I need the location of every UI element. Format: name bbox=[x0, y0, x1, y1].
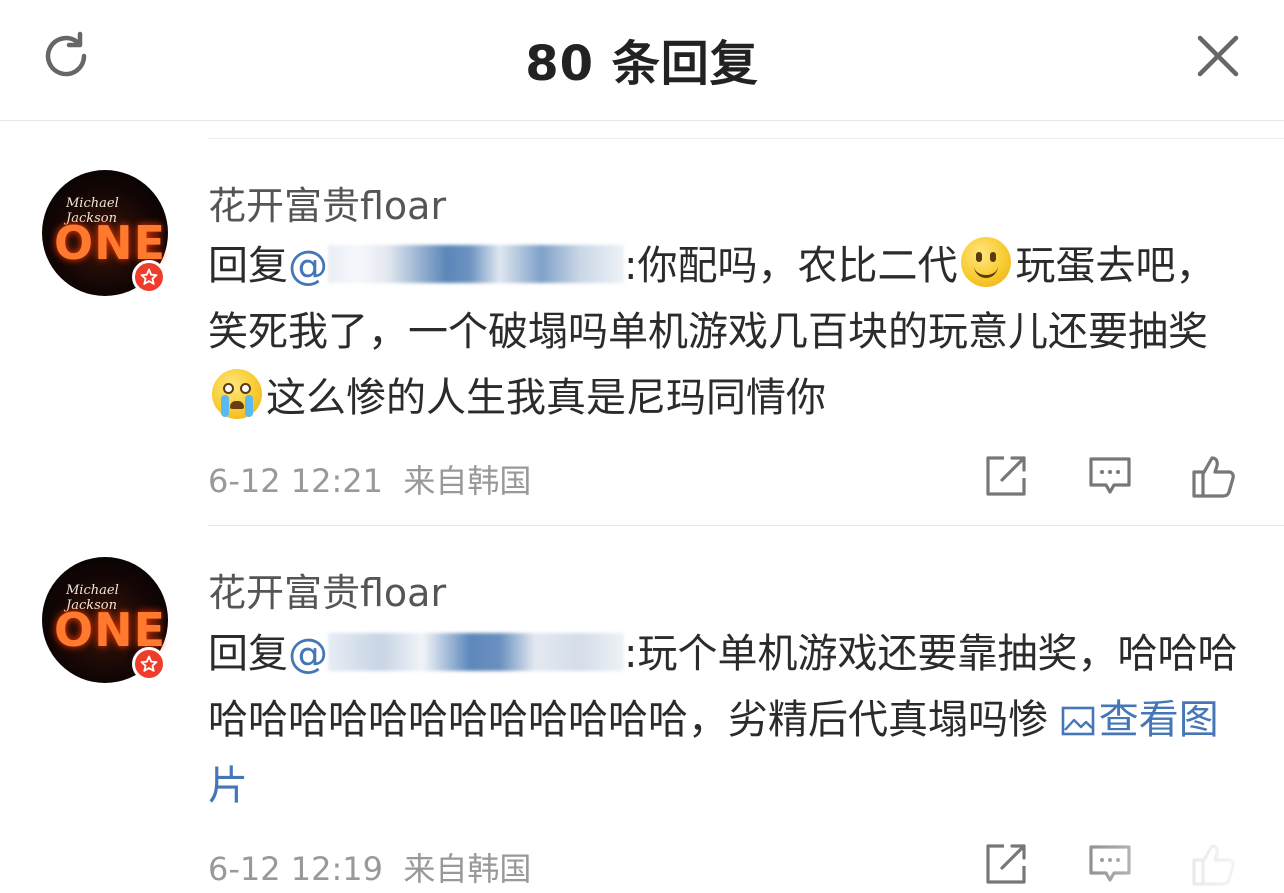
timestamp: 6-12 12:19 bbox=[208, 850, 384, 888]
redacted-username bbox=[328, 633, 624, 671]
comment-meta: 6-12 12:19 来自韩国 bbox=[208, 844, 531, 890]
reply-prefix: 回复 bbox=[208, 631, 288, 677]
header-bar: 80 条回复 bbox=[0, 0, 1284, 121]
comment-text-segment: 这么惨的人生我真是尼玛同情你 bbox=[266, 375, 826, 421]
comment-text: 回复@:玩个单机游戏还要靠抽奖，哈哈哈哈哈哈哈哈哈哈哈哈哈哈哈，劣精后代真塌吗惨… bbox=[208, 621, 1248, 819]
redacted-username bbox=[328, 245, 624, 283]
bottom-fade-overlay bbox=[1060, 830, 1284, 893]
smile-emoji-icon bbox=[961, 237, 1012, 287]
star-badge-icon bbox=[132, 260, 166, 294]
divider bbox=[208, 525, 1284, 526]
comment-text-segment: :你配吗，农比二代 bbox=[624, 243, 958, 289]
comment-author[interactable]: 花开富贵floar bbox=[208, 175, 446, 230]
source: 来自韩国 bbox=[403, 850, 532, 888]
comment-author[interactable]: 花开富贵floar bbox=[208, 562, 446, 617]
mention-link[interactable]: @ bbox=[288, 243, 624, 289]
picture-icon bbox=[1061, 706, 1095, 736]
repost-icon[interactable] bbox=[982, 452, 1030, 500]
cry-emoji-icon bbox=[212, 369, 262, 419]
close-icon[interactable] bbox=[1196, 34, 1240, 78]
mention-link[interactable]: @ bbox=[288, 631, 624, 677]
reply-prefix: 回复 bbox=[208, 243, 288, 289]
star-badge-icon bbox=[132, 647, 166, 681]
divider bbox=[208, 138, 1284, 139]
avatar[interactable]: Michael Jackson ONE bbox=[42, 170, 168, 296]
comment-meta: 6-12 12:21 来自韩国 bbox=[208, 456, 531, 502]
page-title: 80 条回复 bbox=[525, 36, 759, 92]
comment-text: 回复@:你配吗，农比二代 玩蛋去吧，笑死我了，一个破塌吗单机游戏几百块的玩意儿还要… bbox=[208, 233, 1248, 431]
timestamp: 6-12 12:21 bbox=[208, 462, 384, 500]
repost-icon[interactable] bbox=[982, 840, 1030, 888]
comment-icon[interactable] bbox=[1086, 452, 1134, 500]
avatar[interactable]: Michael Jackson ONE bbox=[42, 557, 168, 683]
source: 来自韩国 bbox=[403, 462, 532, 500]
like-icon[interactable] bbox=[1190, 452, 1238, 500]
